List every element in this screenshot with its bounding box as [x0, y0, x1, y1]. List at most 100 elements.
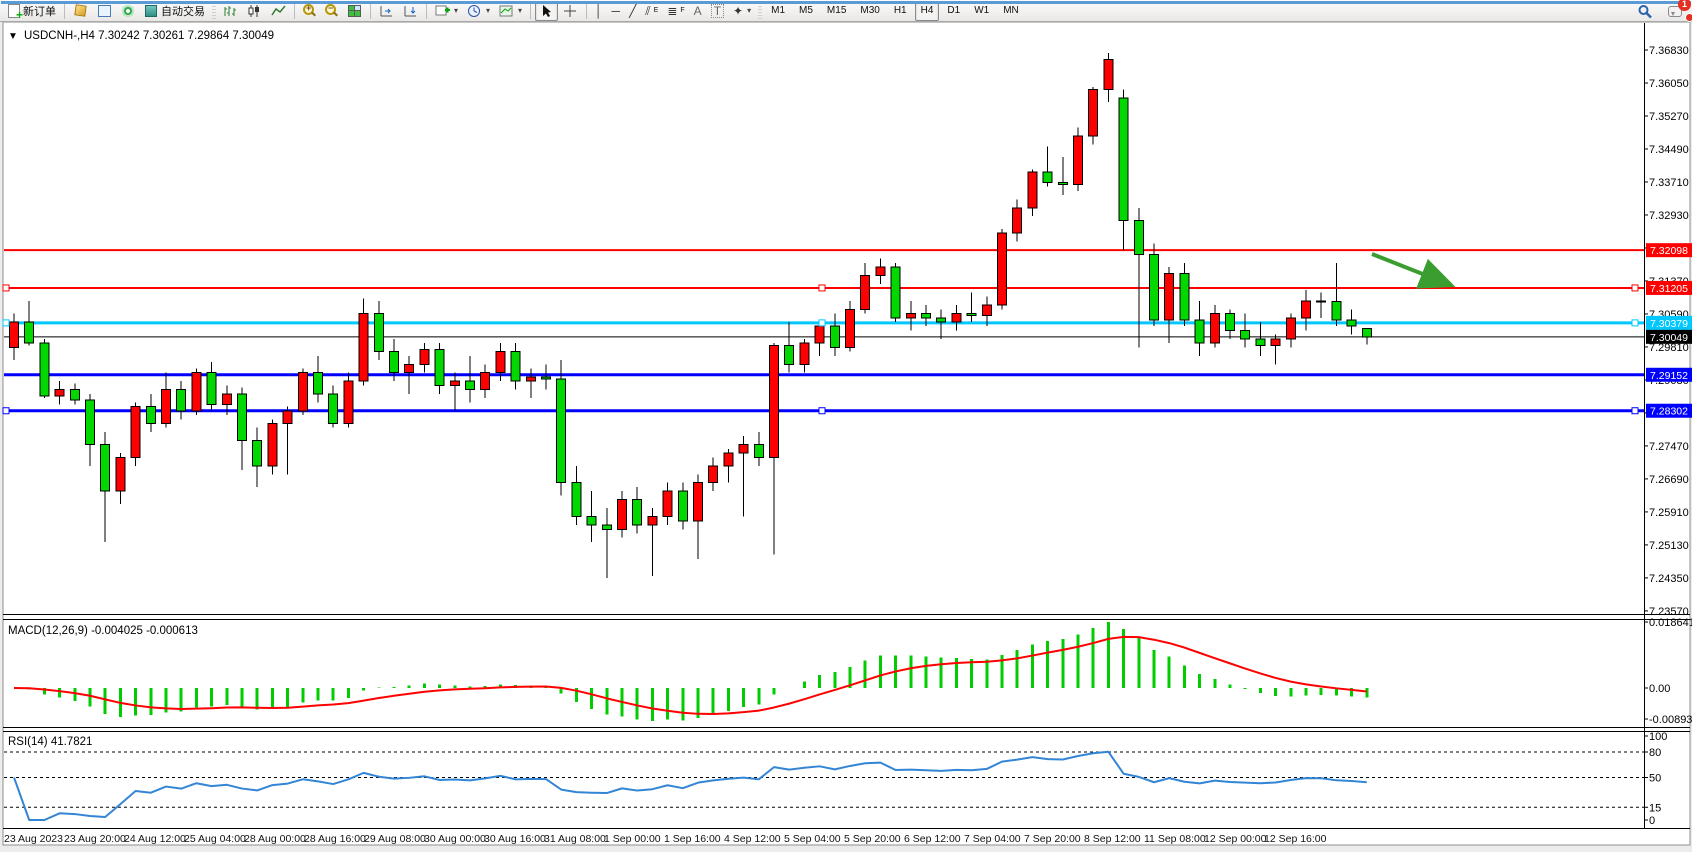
- toolbar-separator: [426, 3, 427, 19]
- candle-71: [1089, 87, 1098, 144]
- candle-70: [1074, 127, 1083, 190]
- macd-axis-label: -0.008934: [1649, 714, 1692, 726]
- price-tag-7.31205: 7.31205: [1646, 281, 1692, 295]
- candle-22: [344, 373, 353, 428]
- macd-label: MACD(12,26,9) -0.004025 -0.000613: [8, 625, 198, 637]
- collapse-triangle-icon[interactable]: ▼: [8, 31, 18, 42]
- time-axis-label: 28 Aug 00:00: [244, 833, 306, 845]
- main-toolbar: 新订单 自动交易 + − ▾ ▾ ▾ │: [0, 0, 1692, 22]
- template-icon: [499, 4, 514, 18]
- zoom-out-icon: −: [325, 4, 336, 15]
- time-axis-label: 7 Sep 04:00: [964, 833, 1021, 845]
- price-tick-label: 7.24350: [1649, 573, 1689, 585]
- zoom-in-icon: +: [303, 4, 314, 15]
- toolbar-separator: [370, 3, 371, 19]
- time-axis-label: 1 Sep 16:00: [664, 833, 721, 845]
- svg-text:7.30049: 7.30049: [1650, 332, 1688, 344]
- time-axis-label: 12 Sep 00:00: [1204, 833, 1267, 845]
- add-indicator-icon: [435, 4, 450, 18]
- chart-canvas: 7.368307.360507.352707.344907.337107.329…: [0, 22, 1692, 852]
- time-axis-label: 23 Aug 20:00: [64, 833, 126, 845]
- channel-icon: ⫽: [645, 5, 650, 17]
- line-handle-7.28302[interactable]: [1632, 408, 1638, 414]
- rsi-axis-label: 50: [1649, 773, 1661, 785]
- price-tick-label: 7.26690: [1649, 474, 1689, 486]
- notifications-button[interactable]: 1: [1664, 1, 1686, 21]
- svg-text:7.32098: 7.32098: [1650, 245, 1688, 257]
- window-icon: [98, 5, 111, 17]
- rsi-axis-label: 100: [1649, 731, 1667, 743]
- time-axis-label: 23 Aug 2023: [4, 833, 63, 845]
- bar-chart-icon: [223, 4, 238, 18]
- price-tag-7.30049: 7.30049: [1646, 330, 1692, 344]
- rsi-axis-label: 80: [1649, 747, 1661, 759]
- price-tick-label: 7.27470: [1649, 441, 1689, 453]
- time-axis-label: 5 Sep 20:00: [844, 833, 901, 845]
- time-axis-label: 1 Sep 00:00: [604, 833, 661, 845]
- candle-75: [1150, 244, 1159, 326]
- time-axis-label: 6 Sep 12:00: [904, 833, 961, 845]
- macd-axis-label: 0.018641: [1649, 617, 1692, 629]
- chart-window-frame: [3, 22, 1690, 845]
- auto-trading-label: 自动交易: [161, 3, 205, 19]
- line-handle-7.30379[interactable]: [819, 320, 825, 326]
- dropdown-arrow-icon: ▾: [747, 6, 751, 15]
- chart-window: 7.368307.360507.352707.344907.337107.329…: [0, 22, 1692, 852]
- time-axis-label: 7 Sep 20:00: [1024, 833, 1081, 845]
- auto-scroll-icon: [379, 4, 394, 18]
- candle-12: [192, 369, 201, 416]
- price-tag-7.28302: 7.28302: [1646, 404, 1692, 418]
- dropdown-arrow-icon: ▾: [454, 6, 458, 15]
- svg-text:7.29152: 7.29152: [1650, 370, 1688, 382]
- toolbar-grip: [212, 3, 216, 19]
- line-handle-7.31205[interactable]: [3, 285, 9, 291]
- time-axis-label: 24 Aug 12:00: [124, 833, 186, 845]
- line-handle-7.30379[interactable]: [3, 320, 9, 326]
- price-tick-label: 7.33710: [1649, 177, 1689, 189]
- dropdown-arrow-icon: ▾: [486, 6, 490, 15]
- dropdown-arrow-icon: ▾: [518, 6, 522, 15]
- candle-17: [268, 419, 277, 474]
- time-axis-label: 31 Aug 08:00: [544, 833, 606, 845]
- new-order-icon: [8, 4, 20, 18]
- line-handle-7.30379[interactable]: [1632, 320, 1638, 326]
- price-tick-label: 7.32930: [1649, 210, 1689, 222]
- rsi-label: RSI(14) 41.7821: [8, 736, 92, 748]
- toolbar-separator: [586, 3, 587, 19]
- svg-text:7.30379: 7.30379: [1650, 318, 1688, 330]
- time-axis-label: 30 Aug 00:00: [424, 833, 486, 845]
- line-handle-7.31205[interactable]: [819, 285, 825, 291]
- time-axis-label: 11 Sep 08:00: [1144, 833, 1206, 845]
- rsi-axis-label: 15: [1649, 802, 1661, 814]
- search-icon: [1637, 4, 1652, 18]
- line-handle-7.28302[interactable]: [3, 408, 9, 414]
- price-tag-7.30379: 7.30379: [1646, 316, 1692, 330]
- time-axis-label: 5 Sep 04:00: [784, 833, 841, 845]
- fibonacci-sub-label: F: [680, 7, 684, 14]
- candle-65: [998, 229, 1007, 309]
- cursor-arrow-icon: [539, 4, 554, 18]
- line-handle-7.28302[interactable]: [819, 408, 825, 414]
- chart-title: USDCNH-,H4 7.30242 7.30261 7.29864 7.300…: [24, 30, 274, 42]
- search-button[interactable]: [1633, 1, 1656, 21]
- clock-icon: [467, 4, 482, 18]
- time-axis-label: 25 Aug 04:00: [184, 833, 246, 845]
- toolbar-separator: [530, 3, 531, 19]
- channel-sub-label: E: [654, 7, 659, 14]
- gold-cube-icon: [74, 4, 86, 16]
- new-order-label: 新订单: [23, 3, 56, 19]
- candle-2: [40, 339, 49, 398]
- price-tick-label: 7.35270: [1649, 111, 1689, 123]
- horizontal-line-icon: ─: [612, 5, 621, 17]
- line-handle-7.31205[interactable]: [1632, 285, 1638, 291]
- time-axis-label: 12 Sep 16:00: [1264, 833, 1327, 845]
- chart-shift-icon: [403, 4, 418, 18]
- market-watch-button[interactable]: [93, 1, 116, 21]
- signal-icon: [122, 5, 134, 17]
- toolbar-separator: [294, 3, 295, 19]
- vertical-line-icon: │: [595, 5, 603, 17]
- toolbar-grip: [758, 3, 762, 19]
- line-chart-icon: [271, 4, 286, 18]
- toolbar-separator: [64, 3, 65, 19]
- candle-58: [891, 263, 900, 322]
